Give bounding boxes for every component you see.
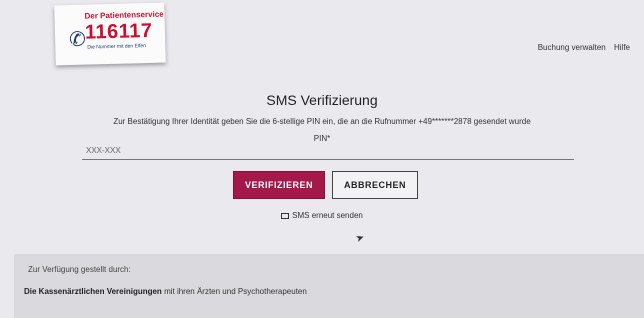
resend-sms-label: SMS erneut senden bbox=[292, 211, 363, 220]
pin-input[interactable] bbox=[82, 142, 574, 160]
top-nav: Buchung verwalten Hilfe bbox=[532, 43, 630, 52]
logo[interactable]: ✆ Der Patientenservice 116117 Die Nummer… bbox=[54, 2, 166, 66]
provider-name: Die Kassenärztlichen Vereinigungen bbox=[24, 287, 162, 296]
logo-subline: Die Nummer mit den Elfen bbox=[87, 43, 147, 51]
footer: Zur Verfügung gestellt durch: Die Kassen… bbox=[14, 254, 644, 318]
envelope-icon bbox=[281, 212, 290, 219]
provided-by-label: Zur Verfügung gestellt durch: bbox=[28, 265, 131, 274]
mouse-cursor-icon: ➤ bbox=[354, 231, 367, 246]
verification-description: Zur Bestätigung Ihrer Identität geben Si… bbox=[113, 117, 531, 126]
resend-sms-link[interactable]: SMS erneut senden bbox=[0, 211, 644, 220]
provider-text: Die Kassenärztlichen Vereinigungen mit i… bbox=[24, 287, 307, 296]
phone-icon: ✆ bbox=[68, 28, 87, 52]
cancel-button[interactable]: ABBRECHEN bbox=[332, 171, 418, 199]
verify-button[interactable]: VERIFIZIEREN bbox=[233, 171, 325, 199]
nav-help-link[interactable]: Hilfe bbox=[614, 43, 630, 52]
page-title: SMS Verifizierung bbox=[266, 92, 378, 108]
logo-number: 116117 bbox=[84, 19, 153, 44]
provider-description: mit ihren Ärzten und Psychotherapeuten bbox=[164, 287, 307, 296]
nav-manage-booking-link[interactable]: Buchung verwalten bbox=[538, 43, 606, 52]
